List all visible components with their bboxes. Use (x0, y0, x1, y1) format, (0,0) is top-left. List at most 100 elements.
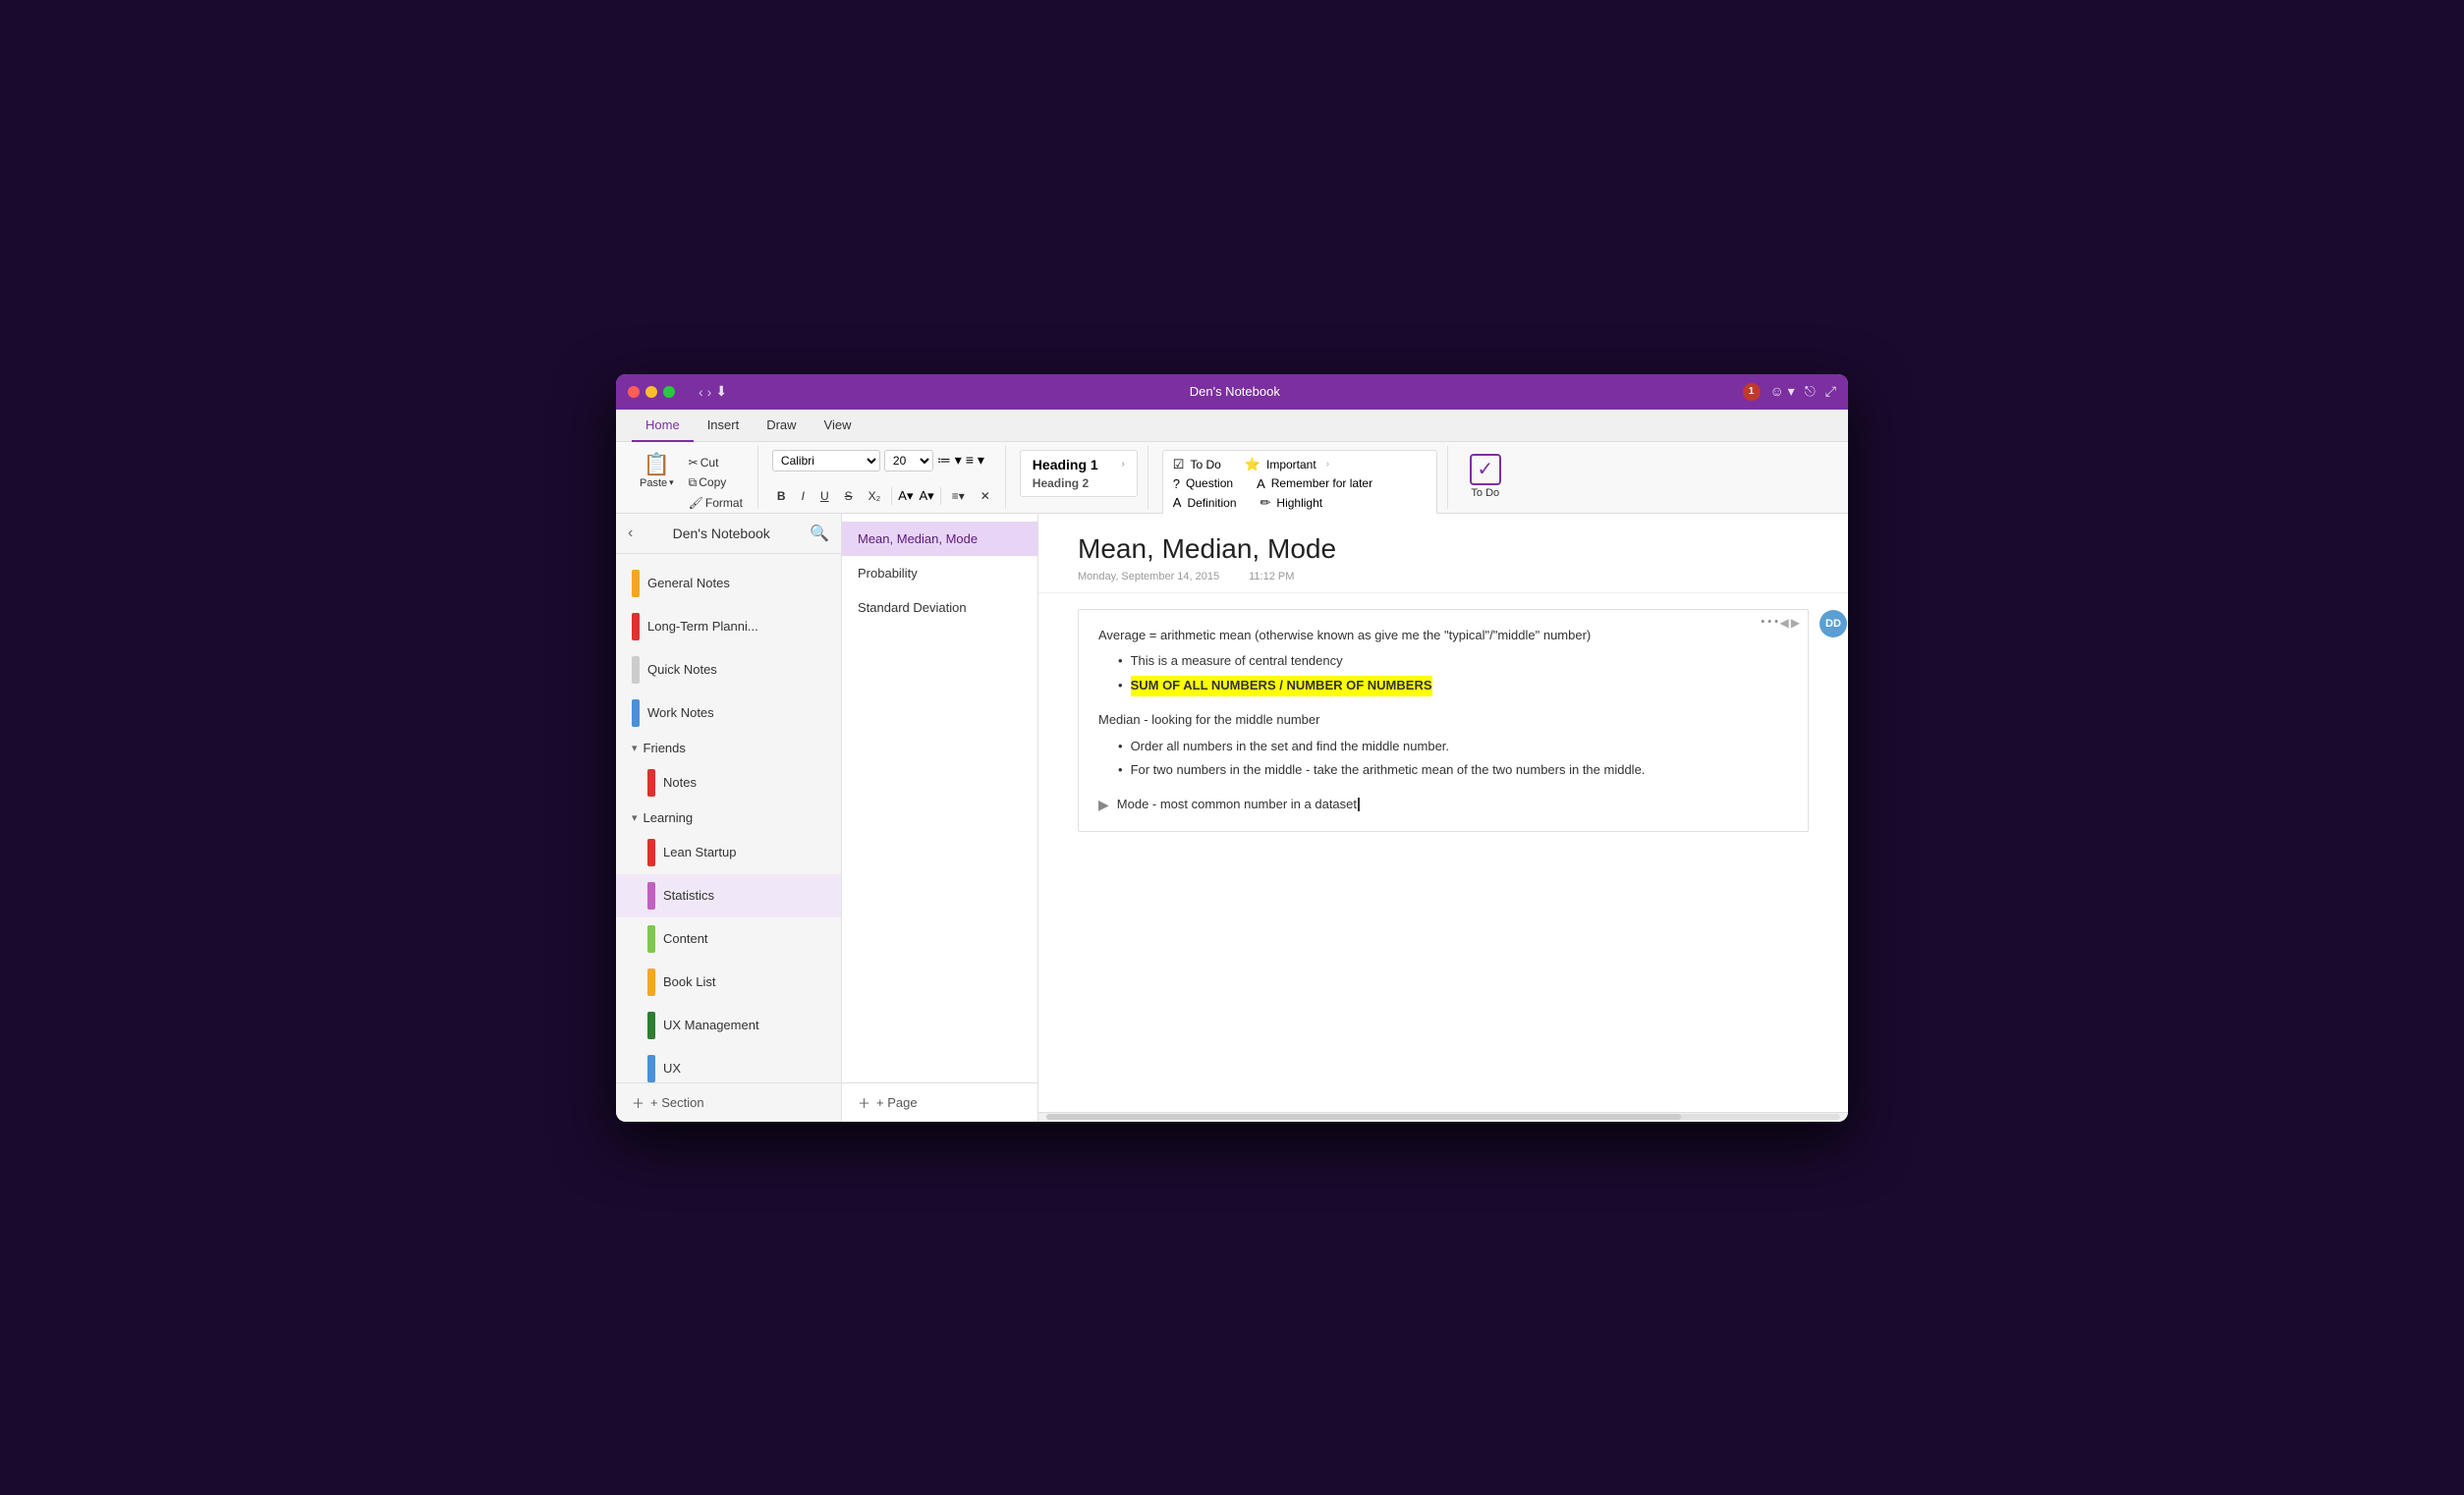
tag-question[interactable]: ? Question (1171, 474, 1235, 493)
section-color-worknotes (632, 699, 640, 727)
main-area: ‹ Den's Notebook 🔍 General Notes Long-Te… (616, 514, 1848, 1122)
note-header: Mean, Median, Mode Monday, September 14,… (1038, 514, 1848, 593)
tag-remember[interactable]: A Remember for later (1255, 474, 1374, 493)
sidebar-item-ux-management[interactable]: UX Management (616, 1004, 841, 1047)
learning-group-arrow: ▾ (632, 811, 638, 824)
mode-arrow-icon[interactable]: ▶ (1098, 797, 1109, 813)
window-title: Den's Notebook (727, 384, 1742, 399)
note-section-mode: ▶ Mode - most common number in a dataset (1098, 795, 1788, 815)
copy-button[interactable]: ⧉ Copy (684, 473, 748, 492)
sidebar-item-ux[interactable]: UX (616, 1047, 841, 1082)
section-color-notes (647, 769, 655, 797)
note-body[interactable]: • • • ◀▶ DD Average = arithmetic mean (o… (1038, 593, 1848, 1112)
section-label-notes: Notes (663, 775, 825, 790)
notification-badge: 1 (1743, 383, 1761, 401)
font-color-button[interactable]: A▾ (920, 488, 934, 504)
add-section-button[interactable]: ＋ + Section (616, 1082, 841, 1122)
tags-row-2: ? Question A Remember for later (1171, 474, 1428, 493)
add-section-icon: ＋ (632, 1093, 644, 1112)
section-color-statistics (647, 882, 655, 910)
scroll-track[interactable] (1046, 1114, 1840, 1120)
section-color-ux (647, 1055, 655, 1082)
group-header-learning[interactable]: ▾ Learning (616, 804, 841, 831)
italic-button[interactable]: I (797, 487, 810, 505)
maximize-button[interactable] (663, 386, 675, 398)
tag-definition[interactable]: A Definition (1171, 493, 1239, 513)
minimize-button[interactable] (645, 386, 657, 398)
tags-panel: ☑ To Do ⭐ Important › ? Question (1162, 450, 1437, 518)
tab-home[interactable]: Home (632, 410, 694, 442)
content-toolbar-dots[interactable]: • • • (1761, 616, 1778, 628)
forward-button[interactable]: › (707, 383, 712, 400)
note-content-box[interactable]: • • • ◀▶ DD Average = arithmetic mean (o… (1078, 609, 1809, 833)
tag-todo[interactable]: ☑ To Do (1171, 455, 1223, 474)
close-button[interactable] (628, 386, 640, 398)
styles-panel: Heading 1 › Heading 2 (1020, 450, 1138, 497)
font-size-select[interactable]: 20 (884, 450, 933, 471)
style-heading2[interactable]: Heading 2 (1025, 474, 1133, 492)
scroll-thumb[interactable] (1046, 1114, 1681, 1120)
section-color-quicknotes (632, 656, 640, 684)
note-editor: Mean, Median, Mode Monday, September 14,… (1038, 514, 1848, 1122)
pages-list: Mean, Median, Mode Probability Standard … (842, 514, 1038, 1122)
tab-view[interactable]: View (811, 410, 866, 442)
sidebar-item-notes[interactable]: Notes (616, 761, 841, 804)
group-header-friends[interactable]: ▾ Friends (616, 735, 841, 761)
sidebar-item-long-term[interactable]: Long-Term Planni... (616, 605, 841, 648)
text-cursor (1358, 798, 1360, 811)
section-color-lean (647, 839, 655, 866)
highlight-color-button[interactable]: A▾ (898, 488, 913, 504)
note-mode-text: Mode - most common number in a dataset (1117, 795, 1360, 815)
tab-draw[interactable]: Draw (753, 410, 810, 442)
friends-group-label: Friends (644, 741, 686, 755)
todo-checkbox-icon: ✓ (1470, 454, 1501, 485)
list-bullets-icon[interactable]: ≔ ▾ (937, 452, 962, 469)
window-controls (628, 386, 675, 398)
sidebar-item-statistics[interactable]: Statistics (616, 874, 841, 917)
section-color-uxmgmt (647, 1012, 655, 1039)
navigation-controls: ‹ › ⬇ (699, 383, 727, 400)
tag-highlight[interactable]: ✏ Highlight (1259, 493, 1325, 513)
underline-button[interactable]: U (815, 487, 834, 505)
page-item-standard-deviation[interactable]: Standard Deviation (842, 590, 1037, 625)
bold-button[interactable]: B (772, 487, 791, 505)
list-numbers-icon[interactable]: ≡ ▾ (966, 452, 984, 469)
share-icon[interactable]: ⎋ (1805, 383, 1816, 400)
horizontal-scrollbar[interactable] (1038, 1112, 1848, 1122)
tab-insert[interactable]: Insert (694, 410, 754, 442)
note-bullet-3: Order all numbers in the set and find th… (1118, 737, 1788, 757)
page-item-mean-median[interactable]: Mean, Median, Mode (842, 522, 1037, 556)
tag-important[interactable]: ⭐ Important › (1243, 455, 1331, 474)
format-button[interactable]: 🖌 Format (684, 494, 748, 512)
sidebar-item-general-notes[interactable]: General Notes (616, 562, 841, 605)
section-label-statistics: Statistics (663, 888, 825, 903)
sidebar-item-quick-notes[interactable]: Quick Notes (616, 648, 841, 692)
question-tag-icon: ? (1173, 476, 1180, 491)
sidebar-search-button[interactable]: 🔍 (810, 524, 829, 543)
cut-button[interactable]: ✂ Cut (684, 454, 748, 471)
sidebar-item-lean-startup[interactable]: Lean Startup (616, 831, 841, 874)
content-box-resize: ◀▶ (1780, 616, 1800, 630)
add-page-button[interactable]: ＋ + Page (842, 1082, 1037, 1122)
strikethrough-button[interactable]: S (840, 487, 858, 505)
font-family-select[interactable]: Calibri (772, 450, 880, 471)
todo-tag-icon: ☑ (1173, 457, 1185, 472)
clear-format-button[interactable]: ✕ (976, 487, 995, 505)
align-button[interactable]: ≡▾ (947, 487, 970, 505)
quick-access-icon[interactable]: ⬇ (715, 383, 727, 400)
sidebar-item-book-list[interactable]: Book List (616, 961, 841, 1004)
note-title: Mean, Median, Mode (1078, 533, 1809, 565)
page-item-probability[interactable]: Probability (842, 556, 1037, 590)
paste-button[interactable]: 📋 Paste ▾ (634, 450, 680, 491)
sidebar: ‹ Den's Notebook 🔍 General Notes Long-Te… (616, 514, 842, 1122)
subscript-button[interactable]: X₂ (864, 487, 886, 505)
tags-row-3: A Definition ✏ Highlight (1171, 493, 1428, 513)
style-heading1[interactable]: Heading 1 › (1025, 455, 1133, 474)
back-button[interactable]: ‹ (699, 383, 703, 400)
expand-icon[interactable]: ⤢ (1825, 383, 1836, 400)
sidebar-back-button[interactable]: ‹ (628, 525, 633, 542)
profile-icon[interactable]: ☺ ▾ (1770, 383, 1795, 400)
sidebar-item-content[interactable]: Content (616, 917, 841, 961)
sidebar-item-work-notes[interactable]: Work Notes (616, 692, 841, 735)
todo-button[interactable]: ✓ To Do (1462, 450, 1509, 503)
